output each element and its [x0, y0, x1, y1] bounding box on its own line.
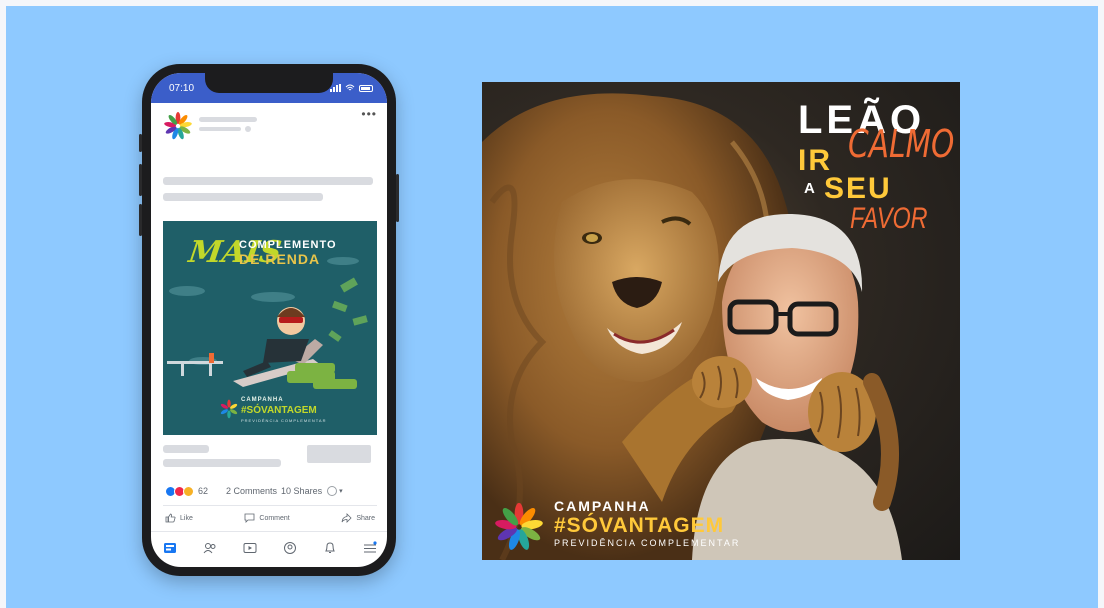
thumbs-up-icon [165, 513, 176, 523]
globe-icon [245, 126, 251, 132]
phone-mockup: 07:10 ••• MAIS COMPLEMENTO DE RENDA CAMP… [139, 64, 399, 576]
placeholder-caption-line [163, 193, 323, 201]
placeholder-caption-line [163, 177, 373, 185]
ad-title-line2: DE RENDA [239, 251, 321, 267]
divider [151, 531, 387, 532]
signal-icon [330, 84, 341, 92]
battery-icon [359, 84, 373, 92]
headline-favor: FAVOR [850, 202, 928, 235]
nav-profile-icon[interactable] [283, 541, 297, 555]
reactions-bar: 62 2 Comments 10 Shares ▾ [165, 483, 375, 499]
campaign-poster: LEÃO CALMO IR A SEU FAVOR CAMPANHA #SÓVA… [482, 82, 960, 560]
placeholder-link-title [163, 445, 209, 453]
headline-seu: SEU [824, 172, 892, 205]
shares-count[interactable]: 10 Shares [281, 486, 322, 496]
divider [163, 505, 377, 506]
phone-volume-up [139, 164, 142, 196]
phone-mute-switch [139, 134, 142, 152]
poster-brand-tagline: PREVIDÊNCIA COMPLEMENTAR [554, 538, 741, 548]
placeholder-link-desc [163, 459, 281, 467]
ad-title-line1: COMPLEMENTO [239, 239, 337, 251]
chevron-down-icon[interactable]: ▾ [339, 487, 343, 495]
wifi-icon [345, 84, 355, 91]
ad-image[interactable]: MAIS COMPLEMENTO DE RENDA CAMPANHA #SÓVA… [163, 221, 377, 435]
nav-menu-icon[interactable] [363, 541, 377, 555]
share-icon [341, 513, 352, 523]
nav-home-icon[interactable] [163, 541, 177, 555]
status-time: 07:10 [169, 82, 195, 94]
status-bar: 07:10 [151, 73, 387, 103]
brand-flower-logo [220, 399, 238, 419]
nav-friends-icon[interactable] [203, 541, 217, 555]
post-actions: Like Comment Share [165, 513, 375, 523]
background-panel: 07:10 ••• MAIS COMPLEMENTO DE RENDA CAMP… [6, 6, 1098, 608]
status-icons [330, 84, 373, 92]
placeholder-page-name [199, 117, 257, 122]
share-label: Share [356, 514, 375, 522]
brand-flower-logo [164, 112, 192, 140]
nav-watch-icon[interactable] [243, 541, 257, 555]
headline-calmo: CALMO [848, 122, 955, 166]
phone-notch [205, 73, 333, 93]
haha-reaction-icon [183, 485, 194, 497]
ad-brand-tagline: PREVIDÊNCIA COMPLEMENTAR [241, 418, 327, 423]
bottom-nav [163, 537, 377, 559]
share-button[interactable]: Share [341, 513, 375, 523]
poster-brand-campaign: CAMPANHA [554, 498, 651, 514]
more-options-icon[interactable]: ••• [361, 107, 377, 121]
comment-label: Comment [259, 514, 290, 522]
viewer-avatar-icon[interactable] [327, 486, 338, 496]
phone-volume-down [139, 204, 142, 236]
phone-screen: 07:10 ••• MAIS COMPLEMENTO DE RENDA CAMP… [151, 73, 387, 567]
reactions-count[interactable]: 62 [198, 486, 208, 496]
headline-a: A [804, 180, 815, 197]
phone-power-button [396, 174, 399, 222]
brand-flower-logo [495, 502, 543, 550]
ad-brand-hashtag: #SÓVANTAGEM [241, 405, 317, 416]
like-button[interactable]: Like [165, 513, 193, 523]
ad-brand-campaign: CAMPANHA [241, 397, 284, 403]
nav-notifications-icon[interactable] [323, 541, 337, 555]
poster-brand-hashtag: #SÓVANTAGEM [554, 514, 725, 537]
like-label: Like [180, 514, 193, 522]
cta-button[interactable] [307, 445, 371, 463]
comments-count[interactable]: 2 Comments [226, 486, 277, 496]
placeholder-post-date [199, 127, 241, 131]
comment-icon [245, 513, 255, 523]
comment-button[interactable]: Comment [244, 513, 290, 523]
post-header: ••• [151, 103, 387, 149]
